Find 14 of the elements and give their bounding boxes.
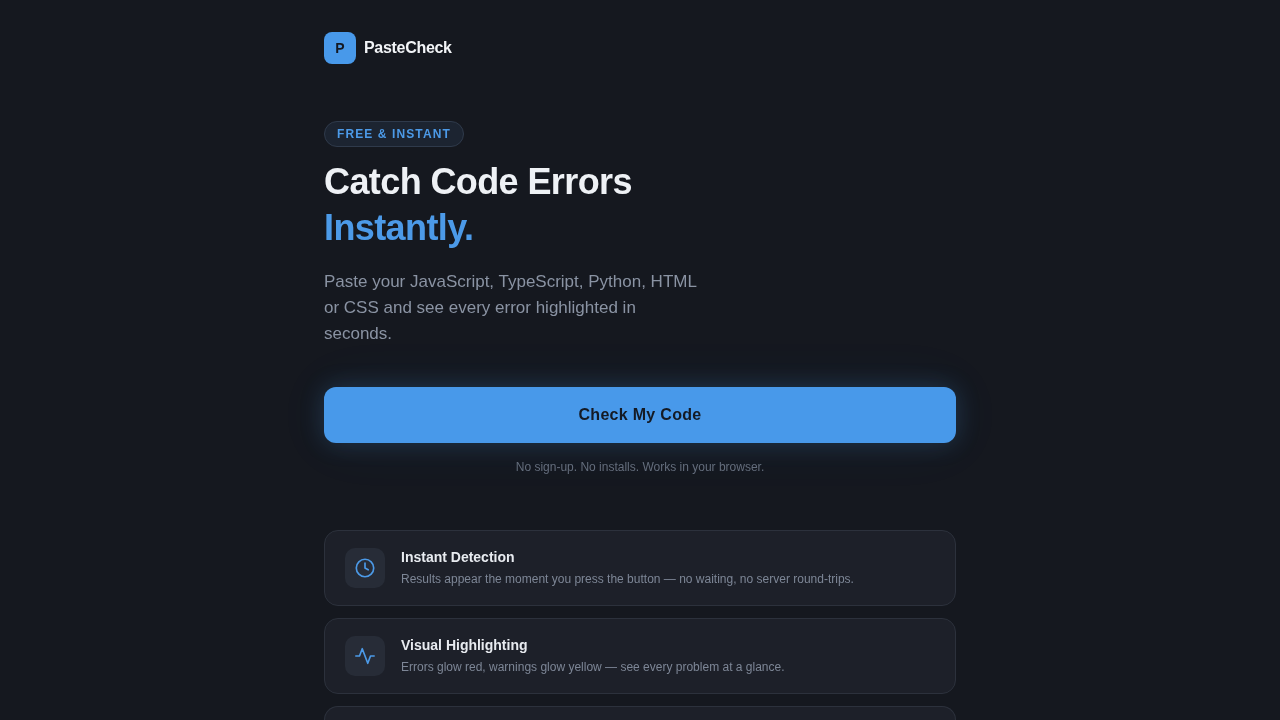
hero-description: Paste your JavaScript, TypeScript, Python, HTML or CSS and see every error highlighted in seconds. (324, 271, 698, 345)
hero-title-accent: Instantly. (324, 206, 474, 250)
feature-title: Instant Detection (401, 549, 515, 566)
logo-icon: P (324, 32, 356, 64)
clock-icon (354, 557, 376, 579)
badge-label: FREE & INSTANT (324, 121, 464, 147)
check-code-button[interactable]: Check My Code (324, 387, 956, 443)
feature-title: Visual Highlighting (401, 637, 528, 654)
cta-note: No sign-up. No installs. Works in your browser. (515, 460, 765, 474)
hero-title: Catch Code Errors (324, 160, 632, 204)
feature-description: Results appear the moment you press the button — no waiting, no server round-trips. (401, 572, 854, 587)
feature-description: Errors glow red, warnings glow yellow — see every problem at a glance. (401, 660, 785, 675)
brand-name: PasteCheck (364, 39, 452, 57)
pulse-icon (354, 645, 376, 667)
